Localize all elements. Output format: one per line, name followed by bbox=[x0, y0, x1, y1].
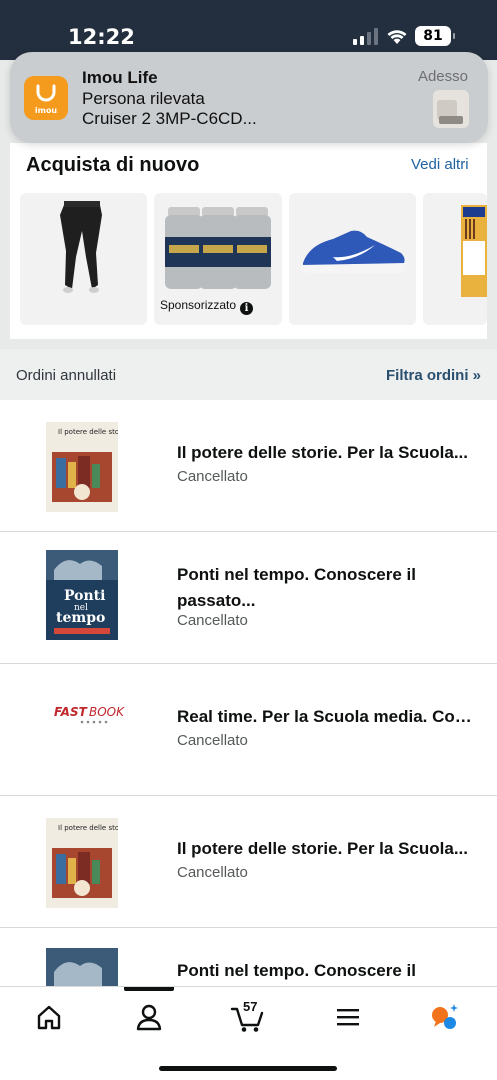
svg-text:FAST: FAST bbox=[54, 705, 88, 719]
home-icon[interactable] bbox=[33, 1001, 65, 1033]
status-bar: 12:22 81 bbox=[0, 0, 497, 60]
order-title[interactable]: Il potere delle storie. Per la Scuola... bbox=[177, 440, 477, 466]
account-icon[interactable] bbox=[133, 1001, 165, 1033]
cover-title: Il potere delle storie bbox=[58, 428, 118, 436]
status-time: 12:22 bbox=[68, 25, 135, 49]
notification-line2: Cruiser 2 3MP-C6CD... bbox=[82, 109, 257, 128]
blue-sneaker-image bbox=[300, 230, 406, 273]
sponsored-label: Sponsorizzato i bbox=[160, 298, 254, 315]
cover-title: Il potere delle storie bbox=[58, 824, 118, 832]
active-tab-indicator bbox=[124, 987, 174, 991]
order-title[interactable]: Real time. Per la Scuola media. Con... bbox=[177, 704, 477, 730]
push-notification[interactable]: imou Imou Life Persona rilevata Cruiser … bbox=[10, 52, 488, 143]
wifi-icon bbox=[387, 30, 407, 44]
battery-indicator: 81 bbox=[415, 26, 455, 46]
smile-icon bbox=[36, 84, 56, 102]
three-bottles-image bbox=[165, 207, 271, 289]
notification-app-name: Imou Life bbox=[82, 68, 158, 87]
cart-count-badge: 57 bbox=[243, 999, 258, 1014]
order-title[interactable]: Il potere delle storie. Per la Scuola... bbox=[177, 836, 477, 862]
home-indicator bbox=[159, 1066, 337, 1071]
buy-again-item[interactable] bbox=[289, 193, 416, 325]
order-row[interactable]: FAST BOOK Real time. Per la Scuola media… bbox=[0, 664, 497, 796]
svg-text:BOOK: BOOK bbox=[89, 705, 125, 719]
order-row[interactable]: Ponti nel tempo Ponti nel tempo. Conosce… bbox=[0, 532, 497, 664]
info-icon[interactable]: i bbox=[240, 302, 254, 315]
black-cargo-pants-image bbox=[60, 201, 102, 293]
cellular-signal-icon bbox=[353, 28, 378, 45]
imou-app-icon: imou bbox=[24, 76, 68, 120]
notification-line1: Persona rilevata bbox=[82, 89, 205, 108]
notification-thumbnail bbox=[433, 90, 469, 128]
menu-icon[interactable] bbox=[332, 1001, 364, 1033]
order-status: Cancellato bbox=[177, 612, 248, 629]
order-title[interactable]: Ponti nel tempo. Conoscere il bbox=[177, 958, 477, 984]
pens-pack-image bbox=[461, 205, 487, 297]
cover-title: Ponti bbox=[64, 588, 105, 604]
order-row[interactable]: Il potere delle storie Il potere delle s… bbox=[0, 796, 497, 928]
order-status: Cancellato bbox=[177, 864, 248, 881]
order-status: Cancellato bbox=[177, 468, 248, 485]
cancelled-orders-title: Ordini annullati bbox=[16, 367, 117, 384]
book-cover-image: Ponti nel tempo bbox=[46, 550, 118, 640]
order-status: Cancellato bbox=[177, 732, 248, 749]
book-cover-image: Il potere delle storie bbox=[46, 818, 118, 908]
buy-again-title: Acquista di nuovo bbox=[26, 154, 200, 176]
buy-again-item-sponsored[interactable]: Sponsorizzato i bbox=[154, 193, 282, 325]
filter-orders-link[interactable]: Filtra ordini » bbox=[386, 367, 481, 384]
cover-title: tempo bbox=[56, 610, 105, 626]
order-row[interactable]: Ponti nel tempo. Conoscere il bbox=[0, 928, 497, 988]
order-title[interactable]: Ponti nel tempo. Conoscere il passato... bbox=[177, 562, 477, 614]
fastbook-logo: FAST BOOK bbox=[40, 684, 130, 774]
buy-again-item[interactable] bbox=[20, 193, 147, 325]
see-more-link[interactable]: Vedi altri bbox=[411, 156, 469, 173]
book-cover-image: Il potere delle storie bbox=[46, 422, 118, 512]
order-row[interactable]: Il potere delle storie Il potere delle s… bbox=[0, 400, 497, 532]
orders-header: Ordini annullati Filtra ordini » bbox=[0, 349, 497, 400]
buy-again-section: Acquista di nuovo Vedi altri Sponsorizza… bbox=[10, 143, 487, 339]
book-cover-image bbox=[46, 948, 118, 988]
bottom-nav: 57 bbox=[0, 986, 497, 1080]
rufus-ai-icon[interactable] bbox=[428, 1001, 460, 1033]
notification-time: Adesso bbox=[417, 68, 468, 85]
buy-again-item[interactable] bbox=[423, 193, 487, 325]
